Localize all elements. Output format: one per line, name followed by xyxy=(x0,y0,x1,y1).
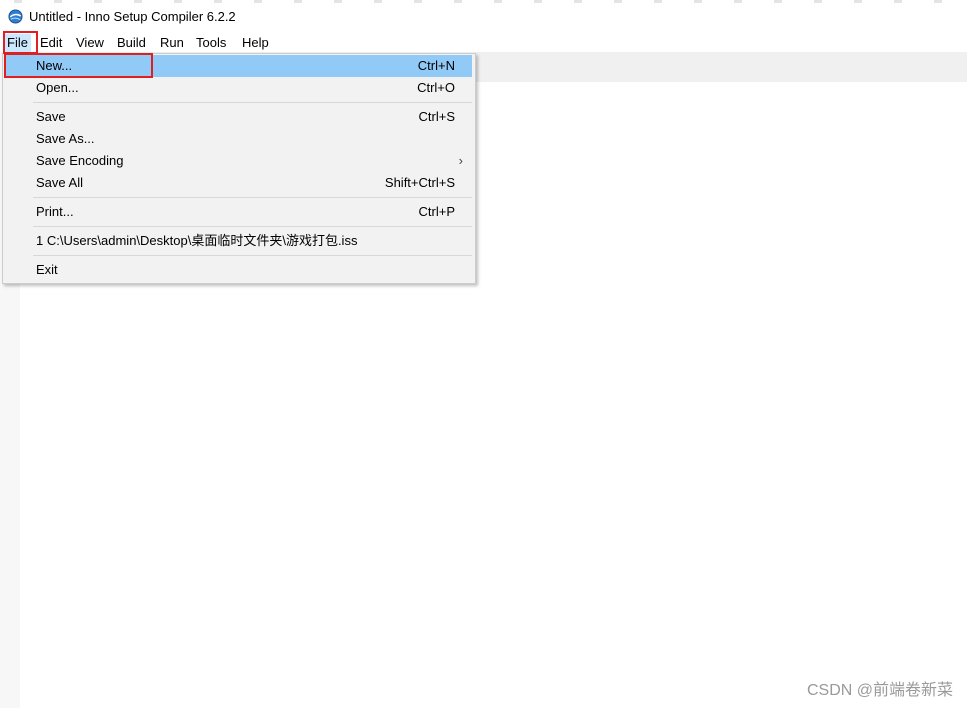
menu-item-shortcut: Ctrl+N xyxy=(417,58,455,73)
file-menu-save[interactable]: Save Ctrl+S xyxy=(6,106,472,128)
menu-separator xyxy=(33,102,472,103)
file-menu-exit[interactable]: Exit xyxy=(6,259,472,281)
menu-build[interactable]: Build xyxy=(114,34,149,52)
menu-item-label: Save As... xyxy=(36,131,95,146)
top-edge-strip xyxy=(0,0,967,3)
file-menu-save-all[interactable]: Save All Shift+Ctrl+S xyxy=(6,172,472,194)
menu-help[interactable]: Help xyxy=(239,34,272,52)
menu-separator xyxy=(33,255,472,256)
menu-bar: File Edit View Build Run Tools Help xyxy=(0,32,967,52)
watermark: CSDN @前端卷新菜 xyxy=(806,682,953,699)
chevron-right-icon: › xyxy=(458,153,463,168)
menu-item-label: Print... xyxy=(36,204,74,219)
menu-tools[interactable]: Tools xyxy=(193,34,229,52)
menu-item-shortcut: Shift+Ctrl+S xyxy=(384,175,455,190)
menu-item-label: Open... xyxy=(36,80,79,95)
file-menu-save-as[interactable]: Save As... xyxy=(6,128,472,150)
menu-item-label: Save Encoding xyxy=(36,153,124,168)
file-menu-new[interactable]: New... Ctrl+N xyxy=(6,55,472,77)
menu-item-shortcut: Ctrl+O xyxy=(417,80,455,95)
menu-item-shortcut: Ctrl+S xyxy=(418,109,455,124)
menu-item-shortcut: Ctrl+P xyxy=(418,204,455,219)
file-menu-dropdown: New... Ctrl+N Open... Ctrl+O Save Ctrl+S… xyxy=(2,53,476,284)
menu-item-label: New... xyxy=(36,58,73,73)
menu-file[interactable]: File xyxy=(4,34,31,52)
menu-view[interactable]: View xyxy=(73,34,107,52)
menu-separator xyxy=(33,197,472,198)
menu-item-label: 1 C:\Users\admin\Desktop\桌面临时文件夹\游戏打包.is… xyxy=(36,233,358,248)
menu-item-label: Save All xyxy=(36,175,83,190)
title-bar: Untitled - Inno Setup Compiler 6.2.2 xyxy=(0,0,967,32)
file-menu-print[interactable]: Print... Ctrl+P xyxy=(6,201,472,223)
inno-setup-globe-icon[interactable] xyxy=(8,9,23,24)
file-menu-save-encoding[interactable]: Save Encoding › xyxy=(6,150,472,172)
menu-edit[interactable]: Edit xyxy=(37,34,65,52)
window-title: Untitled - Inno Setup Compiler 6.2.2 xyxy=(29,9,236,24)
menu-run[interactable]: Run xyxy=(157,34,187,52)
menu-item-label: Save xyxy=(36,109,66,124)
file-menu-recent-1[interactable]: 1 C:\Users\admin\Desktop\桌面临时文件夹\游戏打包.is… xyxy=(6,230,472,252)
menu-separator xyxy=(33,226,472,227)
file-menu-open[interactable]: Open... Ctrl+O xyxy=(6,77,472,99)
menu-item-label: Exit xyxy=(36,262,58,277)
